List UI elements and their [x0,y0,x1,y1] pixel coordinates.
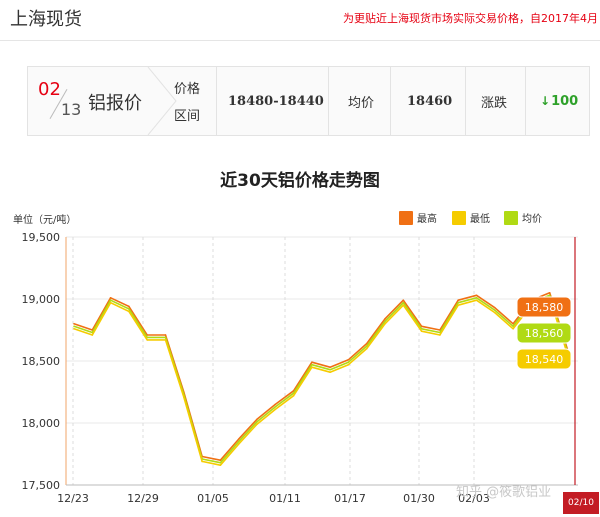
data-point-avg [384,320,386,323]
data-point-low [475,299,478,302]
x-tick-label: 01/30 [403,492,435,505]
y-tick-label: 18,500 [22,355,61,368]
data-point-high [311,361,313,364]
x-tick-label: 01/11 [269,492,301,505]
data-point-high [475,294,478,297]
data-point-low [420,330,423,333]
data-point-high [128,305,130,308]
data-point-low [182,396,185,398]
y-tick-label: 19,000 [22,293,61,306]
data-point-low [457,304,460,307]
tooltip-value-high: 18,580 [525,301,564,314]
x-tick-label: 12/29 [127,492,159,505]
data-point-avg [219,461,222,464]
x-tick-label: 01/17 [334,492,366,505]
data-point-low [494,311,496,314]
data-point-low [347,363,350,366]
data-point-low [128,310,130,313]
x-tick-label: 12/23 [57,492,89,505]
data-point-high [384,318,386,320]
data-point-avg [548,294,551,297]
data-point-avg [109,299,112,302]
data-point-avg [164,336,167,339]
data-point-low [311,366,313,369]
data-point-low [73,327,75,330]
data-point-low [237,443,240,445]
data-point-avg [128,308,130,310]
tooltip-value-low: 18,540 [525,353,564,366]
price-trend-chart[interactable]: 19,500 19,000 18,500 18,000 17,50012/23 12/29… [0,0,600,517]
data-point-low [292,394,295,397]
data-point-high [347,358,350,361]
data-point-low [274,408,277,411]
data-point-avg [274,406,277,408]
y-tick-label: 18,000 [22,417,61,430]
data-point-high [457,299,460,302]
data-point-high [329,366,331,369]
data-point-avg [311,363,313,366]
data-point-low [109,301,112,304]
data-point-low [365,347,368,350]
data-point-high [256,418,258,421]
data-point-avg [457,301,460,304]
y-tick-label: 19,500 [22,231,61,244]
data-point-high [274,403,277,406]
data-point-high [237,438,240,440]
data-point-low [402,304,405,307]
data-point-avg [237,440,240,443]
data-point-high [548,292,551,294]
data-point-avg [402,301,405,304]
data-point-avg [494,309,496,311]
data-point-high [494,306,496,309]
data-point-low [512,327,514,330]
data-point-high [73,323,75,325]
data-point-high [402,299,405,302]
date-badge: 02/10 [563,492,599,514]
series-line-low [73,296,569,467]
data-point-low [329,371,331,373]
data-point-low [439,334,441,336]
data-point-low [384,323,386,325]
series-line-high [73,291,569,462]
y-tick-label: 17,500 [22,479,61,492]
x-tick-label: 01/05 [197,492,229,505]
data-point-high [164,334,167,336]
data-point-high [109,296,112,299]
data-point-high [219,459,222,462]
data-point-avg [256,420,258,423]
data-point-low [256,423,258,426]
data-point-avg [475,296,478,299]
series-line-avg [73,294,569,464]
data-point-low [201,460,203,463]
tooltip-value-avg: 18,560 [525,327,564,340]
data-point-low [219,464,222,466]
data-point-low [164,339,167,341]
data-point-avg [329,368,331,371]
watermark-text: 知乎 @筱歌铝业 [456,485,552,500]
data-point-low [91,334,94,336]
data-point-avg [73,325,75,328]
data-point-low [146,339,148,341]
data-point-avg [347,361,350,364]
